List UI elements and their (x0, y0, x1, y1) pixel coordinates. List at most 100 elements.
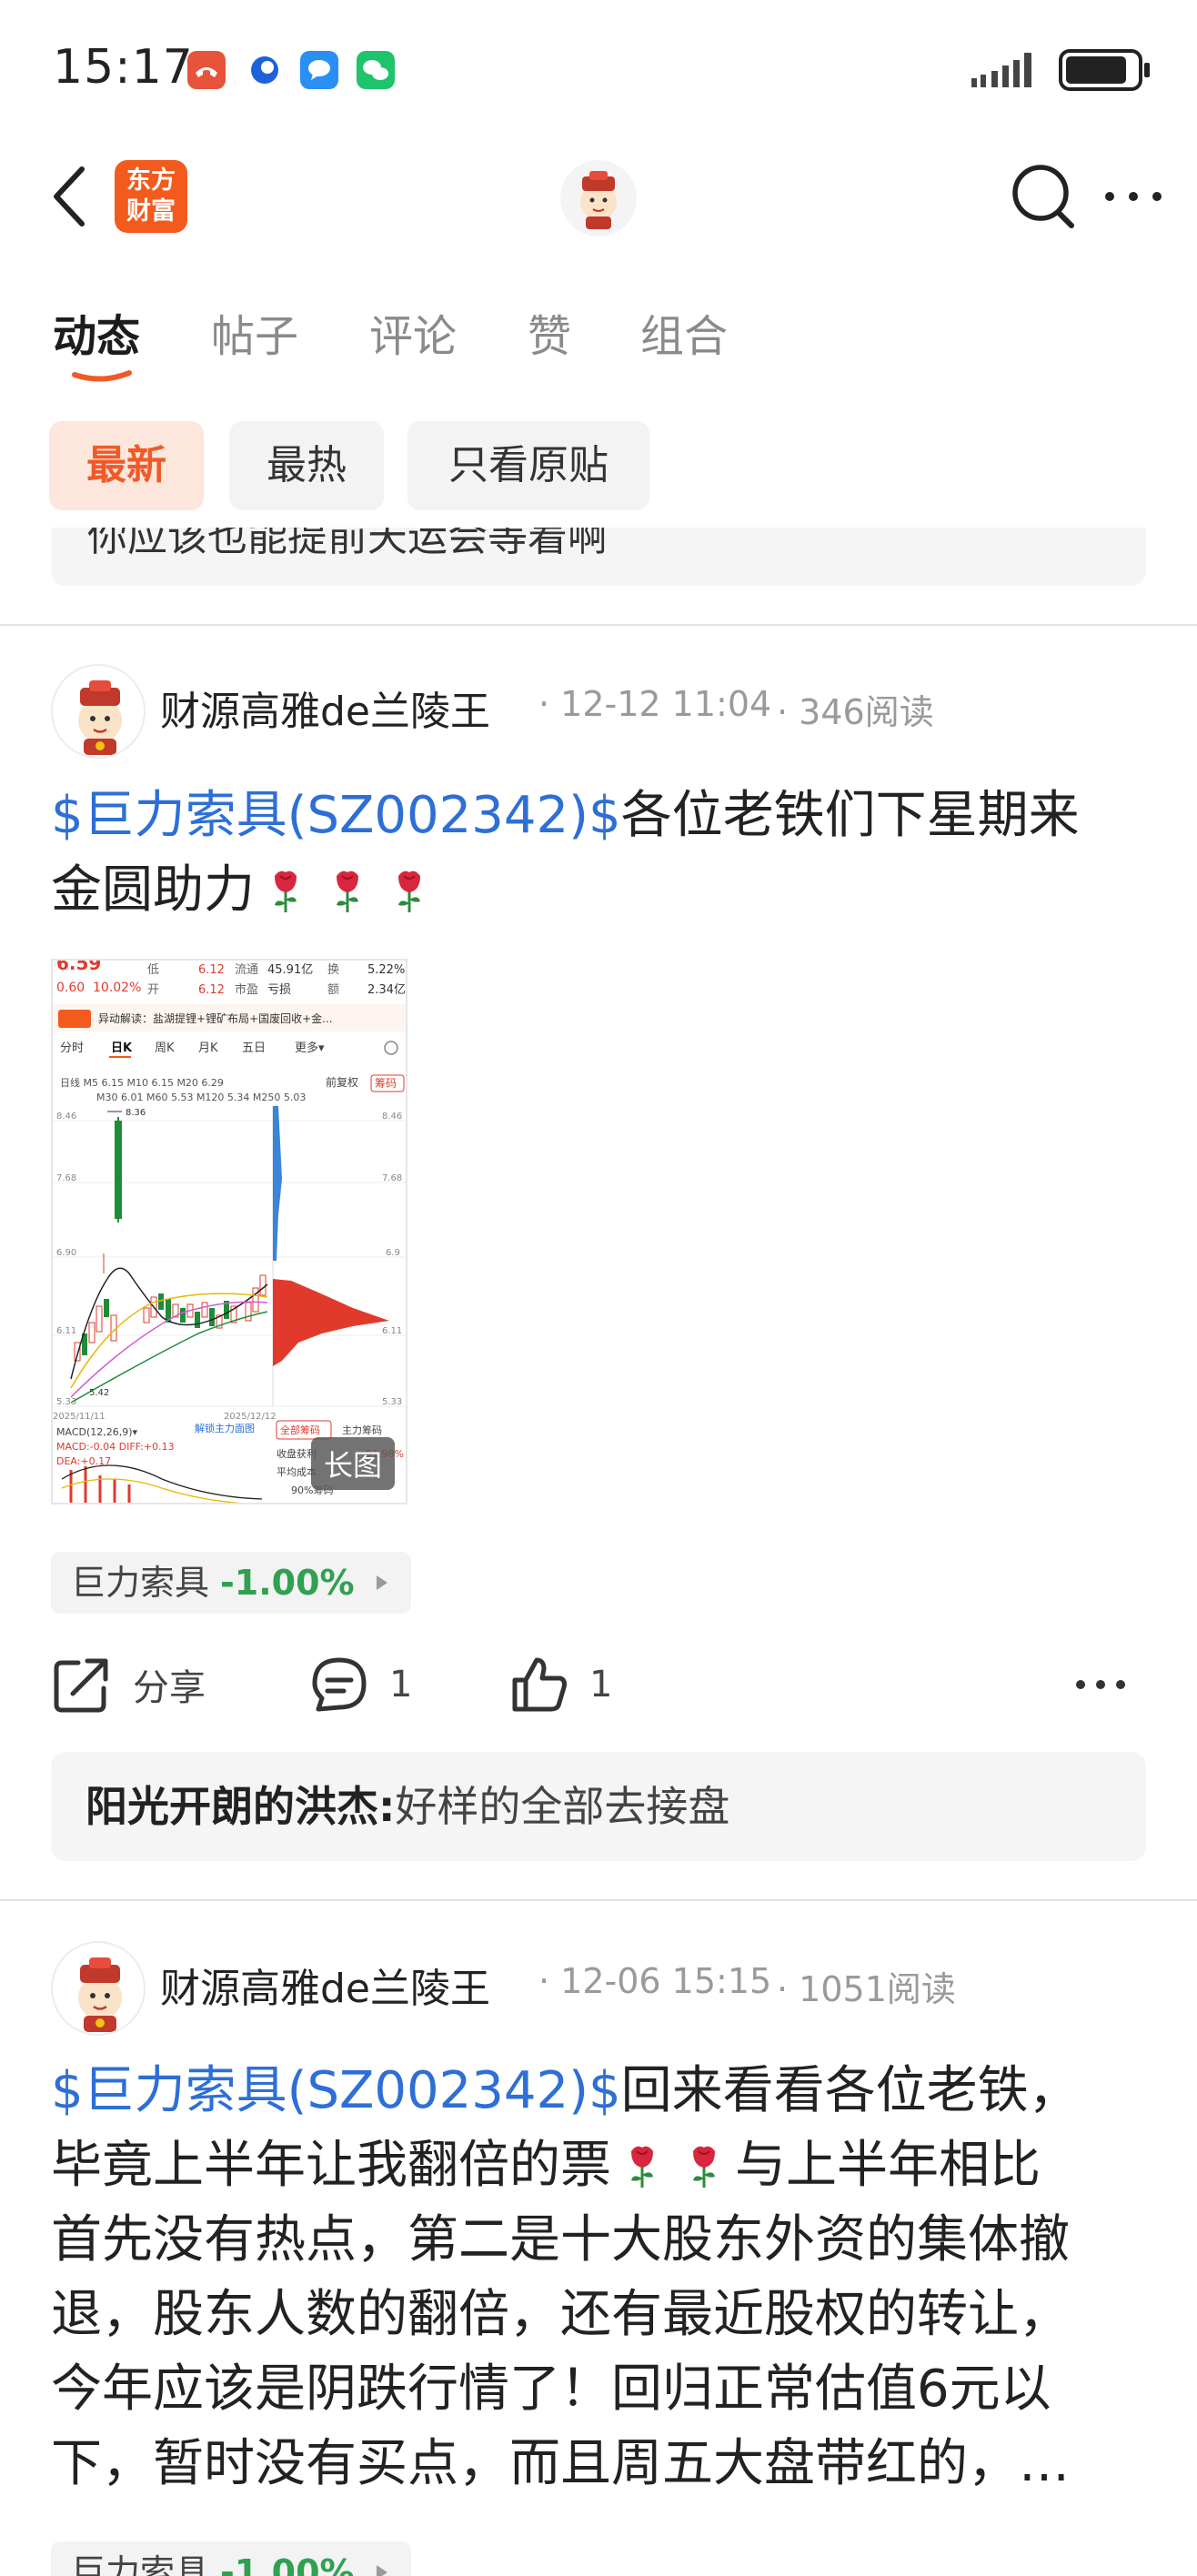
chart-tick: 5.33 (56, 1397, 76, 1407)
post-content[interactable]: $巨力索具(SZ002342)$回来看看各位老铁， 毕竟上半年让我翻倍的票 与上半… (51, 2054, 1152, 2501)
chart-low-mark: 5.42 (89, 1388, 109, 1398)
rose-emoji-icon (398, 870, 420, 912)
stock-chip-change: -1.00% (220, 1563, 355, 1603)
like-count: 1 (589, 1664, 613, 1706)
long-image-tag: 长图 (310, 1437, 395, 1490)
author-avatar[interactable] (51, 664, 146, 759)
rose-emoji-icon (275, 870, 297, 912)
chart-unlock-label: 解锁主力面图 (195, 1422, 255, 1434)
more-dots-icon (1105, 192, 1162, 201)
battery-icon (1059, 49, 1150, 91)
share-label: 分享 (133, 1667, 206, 1709)
thumbs-up-icon (512, 1657, 567, 1712)
chart-float-label: 流通 (235, 963, 258, 977)
chart-adjust-label: 前复权 (326, 1075, 358, 1089)
post-date-text: 12-06 15:15 (560, 1961, 772, 2001)
more-dots-icon (1076, 1680, 1125, 1689)
top-comment[interactable]: 阳光开朗的洪杰:好样的全部去接盘 (51, 1752, 1146, 1861)
logo-text-top: 东方 (126, 166, 176, 195)
stock-quote-chip[interactable]: 巨力索具 -1.00% (51, 2541, 411, 2576)
post-text-line2b: 与上半年相比 (735, 2136, 1041, 2195)
rose-emoji-icon (693, 2146, 715, 2188)
post-more-button[interactable] (1075, 1648, 1146, 1721)
filter-hottest[interactable]: 最热 (229, 421, 384, 510)
post-text-line2a: 毕竟上半年让我翻倍的票 (51, 2136, 611, 2195)
like-button[interactable]: 1 (509, 1648, 612, 1721)
chart-turnover-label: 换 (327, 963, 339, 977)
post-reads: · 1051阅读 (777, 1969, 956, 2009)
chevron-right-icon (377, 2565, 387, 2576)
tab-dynamics[interactable]: 动态 (53, 300, 140, 364)
chart-date: 2025/12/12 (224, 1412, 277, 1422)
stock-chip-change: -1.00% (220, 2552, 355, 2576)
chart-tick: 7.68 (382, 1173, 402, 1183)
comment-icon (312, 1657, 367, 1712)
stock-chip-name: 巨力索具 (71, 1563, 210, 1603)
stock-quote-chip[interactable]: 巨力索具 -1.00% (51, 1552, 411, 1614)
post-card[interactable]: 财源高雅de兰陵王 · 12-12 11:04 · 346阅读 $巨力索具(SZ… (0, 628, 1197, 1901)
chart-float: 45.91亿 (267, 963, 313, 977)
comment-count: 1 (389, 1664, 413, 1706)
post-text-line5: 今年应该是阴跌行情了！回归正常估值6元以 (51, 2360, 1051, 2419)
comment-author[interactable]: 阳光开朗的洪杰: (86, 1782, 395, 1831)
profile-avatar[interactable] (560, 160, 637, 236)
chart-tick: 8.46 (56, 1112, 76, 1122)
chart-news: 异动解读：盐湖提锂+锂矿布局+国废回收+金... (98, 1011, 333, 1025)
post-content[interactable]: $巨力索具(SZ002342)$各位老铁们下星期来 金圆助力 (51, 779, 1152, 928)
stock-link[interactable]: $巨力索具(SZ002342)$ (51, 2061, 621, 2120)
author-avatar[interactable] (51, 1941, 146, 2036)
post-reads-text: 1051阅读 (799, 1969, 956, 2009)
chart-tab: 更多▾ (295, 1041, 325, 1055)
kline-chart-image: 6.59 0.60 10.02% 低 6.12 开 6.12 流通 45.91亿… (53, 961, 406, 1503)
chart-pe-label: 市盈 (235, 982, 258, 997)
back-button[interactable] (45, 164, 100, 229)
chart-screenshot-image[interactable]: 6.59 0.60 10.02% 低 6.12 开 6.12 流通 45.91亿… (51, 959, 407, 1504)
post-text-line1: 各位老铁们下星期来 (620, 786, 1080, 845)
tab-posts[interactable]: 帖子 (211, 300, 298, 364)
chart-tick: 7.68 (56, 1173, 76, 1183)
chevron-right-icon (377, 1575, 387, 1590)
rose-emoji-icon (631, 2146, 653, 2188)
chart-amount-label: 额 (327, 983, 339, 997)
chart-low-label: 低 (147, 963, 159, 977)
previous-comment-text: 你应该也能提前天运会等着啊 (87, 528, 608, 560)
author-name[interactable]: 财源高雅de兰陵王 (160, 679, 490, 737)
post-text-line4: 退，股东人数的翻倍，还有最近股权的转让， (51, 2285, 1070, 2344)
comment-button[interactable]: 1 (309, 1648, 412, 1721)
chart-tab: 周K (155, 1041, 175, 1055)
logo-text-bottom: 财富 (126, 197, 176, 226)
chart-price: 6.59 (56, 961, 101, 974)
tab-portfolio[interactable]: 组合 (640, 300, 728, 364)
chart-tab: 五日 (242, 1041, 266, 1055)
more-options-button[interactable] (1097, 169, 1170, 224)
post-text-line1: 回来看看各位老铁， (620, 2061, 1080, 2120)
author-name[interactable]: 财源高雅de兰陵王 (160, 1956, 490, 2014)
rose-emoji-icon (337, 870, 358, 912)
post-reads: · 346阅读 (777, 692, 934, 732)
chart-tick: 6.11 (56, 1326, 76, 1336)
active-tab-indicator (72, 370, 132, 382)
tab-likes[interactable]: 赞 (528, 300, 571, 364)
app-logo[interactable]: 东方 财富 (115, 160, 187, 233)
share-button[interactable]: 分享 (51, 1648, 206, 1721)
chart-peak-label: 8.36 (126, 1108, 146, 1118)
filter-latest[interactable]: 最新 (49, 421, 204, 510)
post-card[interactable]: 财源高雅de兰陵王 · 12-06 15:15 · 1051阅读 $巨力索具(S… (0, 1905, 1197, 2576)
chart-ma-line2: M30 6.01 M60 5.53 M120 5.34 M250 5.03 (96, 1092, 306, 1103)
chart-macd-values: MACD:-0.04 DIFF:+0.13 (56, 1441, 175, 1453)
stock-link[interactable]: $巨力索具(SZ002342)$ (51, 786, 621, 845)
chart-chip-button: 主力筹码 (342, 1424, 382, 1436)
chart-pe: 亏损 (267, 983, 291, 997)
chart-amount: 2.34亿 (367, 983, 406, 997)
post-text-line3: 首先没有热点，第二是十大股东外资的集体撤 (51, 2210, 1070, 2269)
search-button[interactable] (1008, 160, 1082, 235)
share-icon (54, 1658, 108, 1713)
post-reads-text: 346阅读 (799, 692, 934, 732)
tab-comments[interactable]: 评论 (369, 300, 457, 364)
chart-tab: 分时 (60, 1041, 84, 1055)
filter-original-only[interactable]: 只看原贴 (407, 421, 649, 510)
stock-chip-name: 巨力索具 (71, 2552, 210, 2576)
post-text-line2: 金圆助力 (51, 860, 255, 920)
post-date-text: 12-12 11:04 (560, 684, 772, 724)
missed-call-icon (187, 51, 226, 89)
